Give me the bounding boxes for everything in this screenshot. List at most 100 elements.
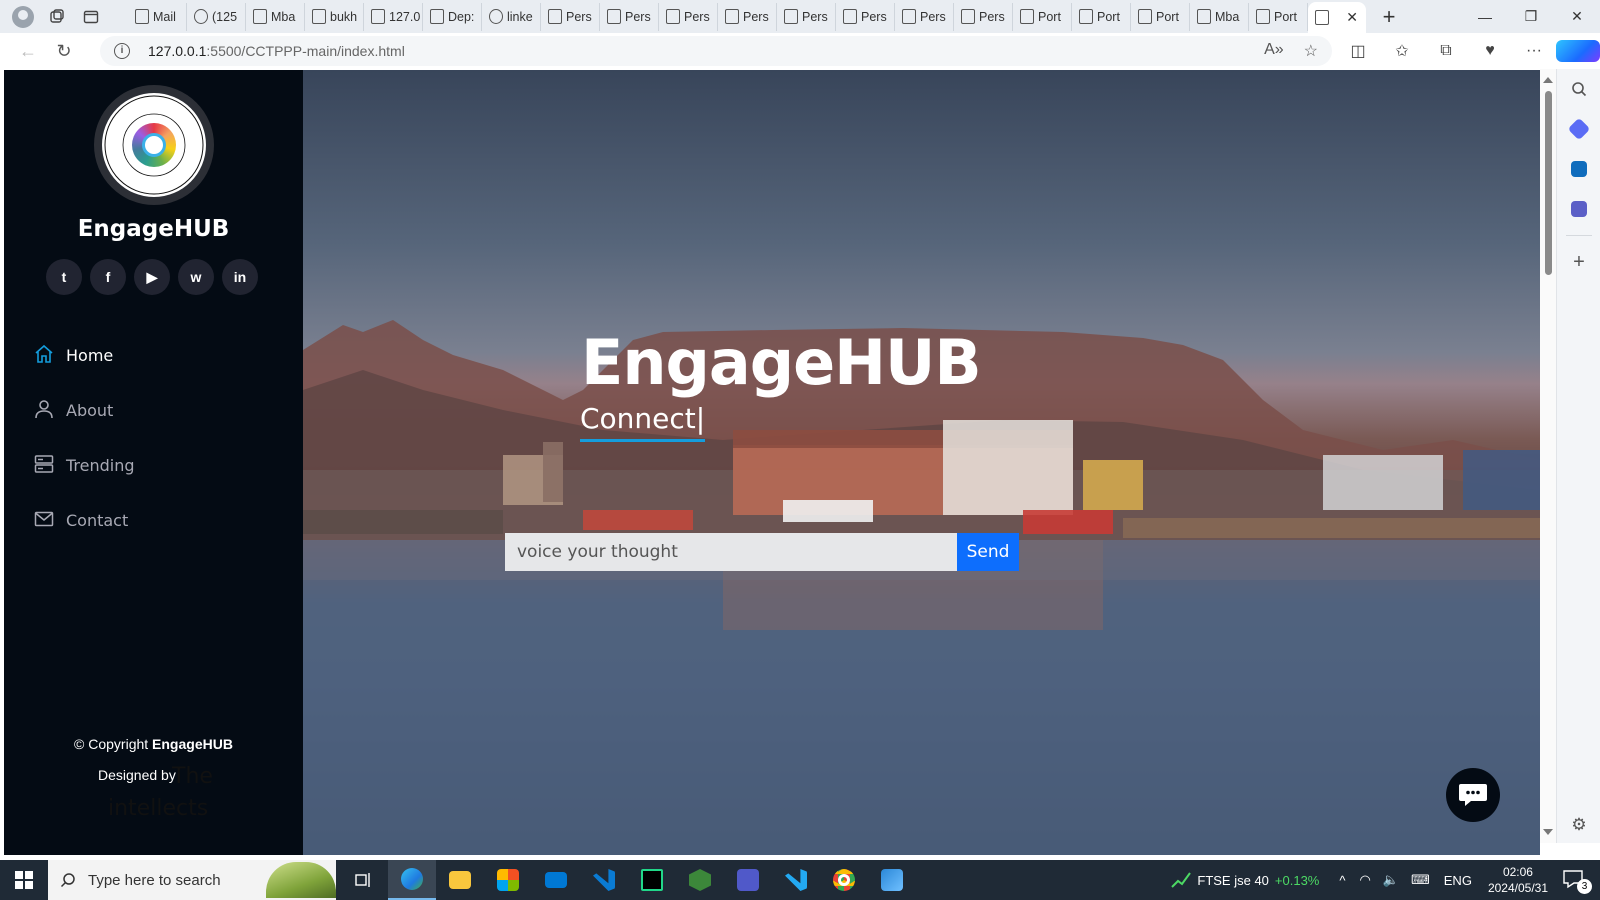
linkedin-icon[interactable]: in [222, 259, 258, 295]
facebook-icon[interactable]: f [90, 259, 126, 295]
nav-item-contact[interactable]: Contact [34, 493, 135, 548]
language-indicator[interactable]: ENG [1444, 873, 1472, 888]
browser-tab[interactable]: Port [1131, 2, 1190, 31]
read-aloud-icon[interactable]: A» [1264, 41, 1284, 61]
chatbot-button[interactable] [1446, 768, 1500, 822]
browser-tab[interactable]: Pers [777, 2, 836, 31]
chrome-icon[interactable] [820, 860, 868, 900]
tab-actions-icon[interactable] [76, 3, 106, 31]
whatsapp-icon[interactable]: w [178, 259, 214, 295]
close-tab-icon[interactable]: ✕ [1346, 9, 1358, 26]
copyright-brand: EngageHUB [152, 736, 233, 752]
thought-input[interactable]: voice your thought [505, 533, 957, 571]
clock[interactable]: 02:06 2024/05/31 [1488, 864, 1548, 896]
browser-tab[interactable]: Port [1072, 2, 1131, 31]
browser-tab[interactable]: Pers [600, 2, 659, 31]
city-seal-logo[interactable] [94, 85, 214, 205]
browser-tab[interactable]: Mba [246, 2, 305, 31]
pycharm-icon[interactable] [628, 860, 676, 900]
url-path: :5500/CCTPPP-main/index.html [206, 43, 405, 59]
task-view-icon[interactable] [340, 860, 388, 900]
tab-label: Pers [802, 9, 828, 24]
vscode-second-icon[interactable] [772, 860, 820, 900]
browser-tab[interactable]: Pers [541, 2, 600, 31]
minimize-icon[interactable]: — [1462, 0, 1508, 33]
sidebar-add-icon[interactable]: + [1557, 242, 1600, 282]
browser-tab[interactable]: linke [482, 2, 541, 31]
sidebar-teams-icon[interactable] [1557, 189, 1600, 229]
vscode-icon[interactable] [580, 860, 628, 900]
edge-taskbar-icon[interactable] [388, 860, 436, 900]
split-screen-icon[interactable]: ◫ [1336, 41, 1380, 61]
nodejs-icon[interactable] [676, 860, 724, 900]
scroll-up-arrow-icon[interactable] [1543, 77, 1553, 83]
sidebar: EngageHUB t f ▶ w in Home About Trending Contac… [4, 70, 303, 855]
browser-tab[interactable]: Port [1013, 2, 1072, 31]
favorites-icon[interactable]: ✩ [1380, 41, 1424, 61]
browser-tab[interactable]: bukh [305, 2, 364, 31]
browser-tab[interactable]: (125 [187, 2, 246, 31]
store-icon[interactable] [484, 860, 532, 900]
browser-tab[interactable]: Mail [128, 2, 187, 31]
browser-tab[interactable]: Dep: [423, 2, 482, 31]
send-button[interactable]: Send [957, 533, 1019, 571]
paint-app-icon[interactable] [868, 860, 916, 900]
windows-taskbar: Type here to search FTSE jse 40 +0.13% ^… [0, 860, 1600, 900]
profile-icon[interactable] [8, 3, 38, 31]
tab-favicon-icon [489, 9, 503, 24]
tab-favicon-icon [1079, 9, 1093, 24]
scroll-down-arrow-icon[interactable] [1543, 829, 1553, 835]
url-field[interactable]: i 127.0.0.1:5500/CCTPPP-main/index.html … [100, 36, 1332, 66]
browser-tab[interactable]: Pers [836, 2, 895, 31]
tab-label: Mba [271, 9, 296, 24]
sidebar-brand[interactable]: EngageHUB [4, 216, 303, 242]
notification-center-icon[interactable]: 3 [1562, 869, 1592, 894]
active-tab[interactable]: ✕ [1308, 2, 1366, 33]
show-hidden-icons-chevron-icon[interactable]: ^ [1339, 873, 1345, 888]
stock-ticker[interactable]: FTSE jse 40 +0.13% [1171, 871, 1319, 889]
browser-tab[interactable]: Pers [895, 2, 954, 31]
browser-tab[interactable]: Pers [718, 2, 777, 31]
nav-item-about[interactable]: About [34, 383, 135, 438]
sidebar-copilot-icon[interactable] [1557, 109, 1600, 149]
browser-tab[interactable]: Pers [659, 2, 718, 31]
browser-tab[interactable]: Pers [954, 2, 1013, 31]
file-explorer-icon[interactable] [436, 860, 484, 900]
favorite-star-icon[interactable]: ☆ [1304, 41, 1318, 61]
page-scrollbar[interactable] [1540, 69, 1556, 843]
extensions-icon[interactable]: ♥ [1468, 42, 1512, 60]
tab-favicon-icon [843, 9, 857, 24]
search-highlight-image [266, 862, 336, 898]
more-menu-icon[interactable]: ··· [1512, 42, 1556, 60]
copilot-icon[interactable] [1556, 40, 1600, 62]
close-window-icon[interactable]: ✕ [1554, 0, 1600, 33]
tab-favicon-icon [194, 9, 208, 24]
restore-icon[interactable]: ❐ [1508, 0, 1554, 33]
taskbar-search[interactable]: Type here to search [48, 860, 336, 900]
teams-icon[interactable] [724, 860, 772, 900]
scroll-thumb[interactable] [1545, 91, 1552, 275]
refresh-button[interactable]: ↻ [46, 36, 82, 66]
youtube-icon[interactable]: ▶ [134, 259, 170, 295]
sidebar-search-icon[interactable] [1557, 69, 1600, 109]
nav-item-trending[interactable]: Trending [34, 438, 135, 493]
workspaces-icon[interactable] [42, 3, 72, 31]
tab-label: Pers [979, 9, 1005, 24]
browser-tab[interactable]: Mba [1190, 2, 1249, 31]
new-tab-button[interactable]: + [1374, 4, 1404, 30]
collections-icon[interactable]: ⧉ [1424, 42, 1468, 60]
browser-tab[interactable]: Port [1249, 2, 1308, 31]
mail-app-icon[interactable] [532, 860, 580, 900]
start-button[interactable] [0, 860, 48, 900]
sidebar-settings-icon[interactable]: ⚙ [1557, 815, 1600, 835]
network-icon[interactable]: ◠ [1359, 872, 1370, 888]
nav-item-home[interactable]: Home [34, 328, 135, 383]
volume-icon[interactable]: 🔈 [1383, 872, 1399, 888]
twitter-icon[interactable]: t [46, 259, 82, 295]
browser-tab[interactable]: 127.0 [364, 2, 423, 31]
back-button[interactable]: ← [10, 36, 46, 66]
sidebar-outlook-icon[interactable] [1557, 149, 1600, 189]
site-info-icon[interactable]: i [114, 43, 130, 59]
keyboard-icon[interactable]: ⌨ [1411, 872, 1430, 888]
page-icon [1315, 10, 1329, 25]
